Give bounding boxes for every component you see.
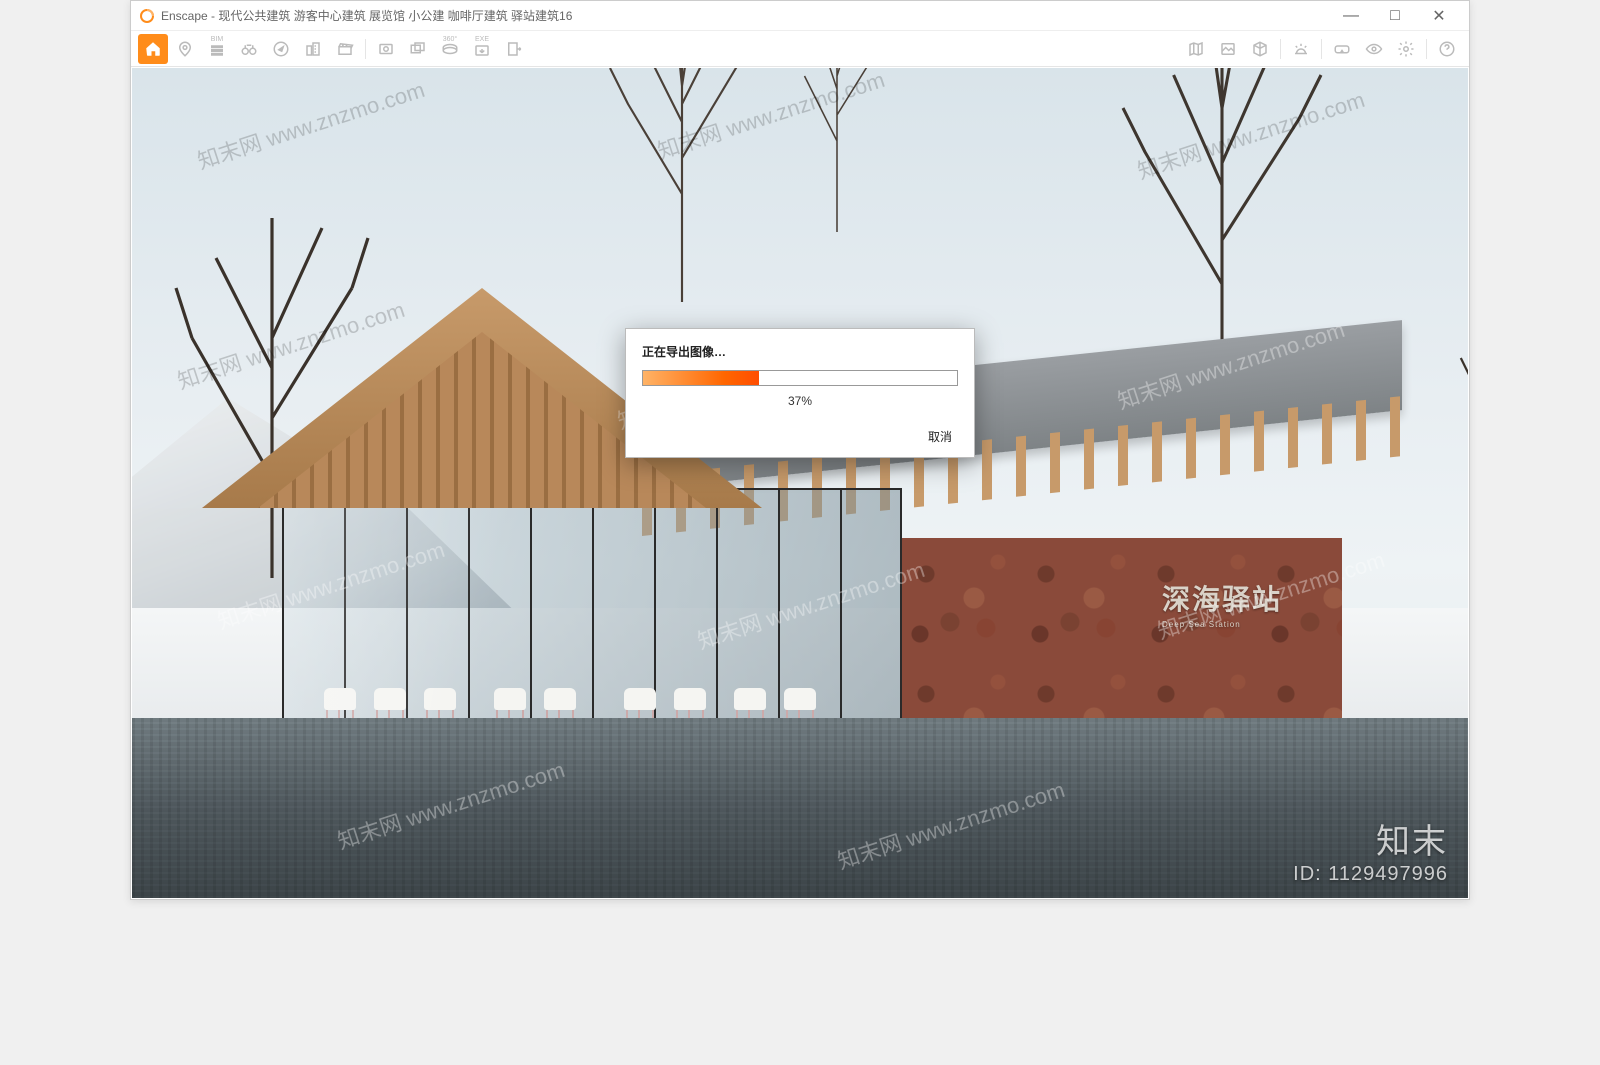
tree-graphic [592,68,772,298]
export-progress-dialog: 正在导出图像… 37% 取消 [625,328,975,458]
asset-library-icon[interactable] [1213,34,1243,64]
bim-manage-icon[interactable]: BIM [202,34,232,64]
close-button[interactable]: ✕ [1417,1,1461,31]
vr-headset-icon[interactable] [1327,34,1357,64]
export-exe-icon[interactable]: EXE [467,34,497,64]
render-viewport[interactable]: ⌄ 深海驿站 Deep Sea Station [132,68,1468,898]
rendered-scene: 深海驿站 Deep Sea Station [132,68,1468,898]
video-clapper-icon[interactable] [330,34,360,64]
titlebar: Enscape - 现代公共建筑 游客中心建筑 展览馆 小公建 咖啡厅建筑 驿站… [131,1,1469,31]
buildings-icon[interactable] [298,34,328,64]
window-title: Enscape - 现代公共建筑 游客中心建筑 展览馆 小公建 咖啡厅建筑 驿站… [161,7,1329,24]
panorama-360-icon[interactable]: 360° [435,34,465,64]
location-pin-icon[interactable] [170,34,200,64]
window-controls: — □ ✕ [1329,1,1461,31]
batch-render-icon[interactable] [403,34,433,64]
dialog-title: 正在导出图像… [642,343,958,360]
home-icon[interactable] [138,34,168,64]
progress-bar-fill [643,371,759,385]
compass-icon[interactable] [266,34,296,64]
screenshot-icon[interactable] [371,34,401,64]
watermark-corner: 知末 ID: 1129497996 [1293,814,1448,886]
tree-graphic [772,68,902,258]
tree-graphic [1112,68,1332,338]
view-cube-icon[interactable] [1245,34,1275,64]
minimize-button[interactable]: — [1329,1,1373,31]
cancel-button[interactable]: 取消 [922,426,958,447]
minimap-icon[interactable] [1181,34,1211,64]
visual-settings-icon[interactable] [1359,34,1389,64]
building-signage: 深海驿站 Deep Sea Station [1162,578,1282,629]
binoculars-icon[interactable] [234,34,264,64]
tree-graphic [1432,238,1468,598]
app-window: Enscape - 现代公共建筑 游客中心建筑 展览馆 小公建 咖啡厅建筑 驿站… [130,0,1470,900]
app-logo-icon [139,8,155,24]
maximize-button[interactable]: □ [1373,1,1417,31]
settings-gear-icon[interactable] [1391,34,1421,64]
main-toolbar: BIM 360°EXE [131,31,1469,67]
help-icon[interactable] [1432,34,1462,64]
export-file-icon[interactable] [499,34,529,64]
progress-percent: 37% [642,394,958,408]
progress-bar [642,370,958,386]
sun-settings-icon[interactable] [1286,34,1316,64]
